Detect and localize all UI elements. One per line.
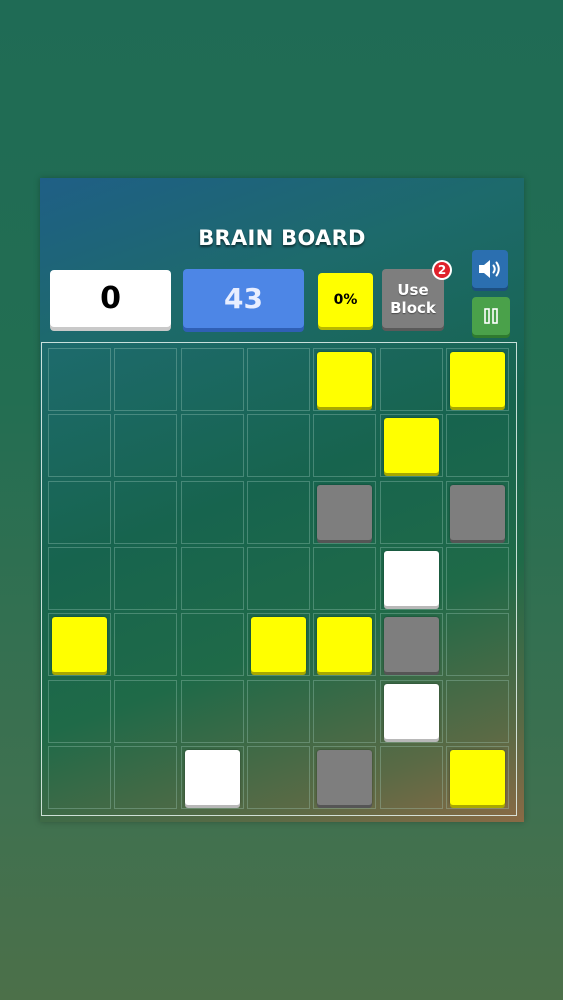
- yellow-block[interactable]: [383, 418, 439, 474]
- board-cell[interactable]: [114, 480, 178, 544]
- board-cell[interactable]: [114, 679, 178, 743]
- board-cell[interactable]: [114, 613, 178, 677]
- board-cell[interactable]: [379, 480, 443, 544]
- sound-toggle-button[interactable]: [472, 250, 508, 288]
- board-cell[interactable]: [48, 745, 111, 809]
- board-cell[interactable]: [180, 348, 244, 411]
- yellow-block[interactable]: [317, 617, 373, 673]
- game-title: BRAIN BOARD: [198, 226, 366, 250]
- board-cell[interactable]: [246, 480, 310, 544]
- gray-block[interactable]: [317, 749, 373, 805]
- board-cell[interactable]: [180, 546, 244, 610]
- board-cell[interactable]: [246, 348, 310, 411]
- board-cell[interactable]: [313, 414, 377, 478]
- board-cell[interactable]: [180, 414, 244, 478]
- board-cell[interactable]: [379, 348, 443, 411]
- board-cell[interactable]: [114, 745, 178, 809]
- board-cell[interactable]: [246, 414, 310, 478]
- yellow-block[interactable]: [449, 749, 505, 805]
- pause-icon: [484, 308, 498, 324]
- score-display: 0: [50, 270, 171, 327]
- board-cell[interactable]: [445, 679, 509, 743]
- game-panel: BRAIN BOARD 0 43 0% Use Block 2: [40, 178, 524, 822]
- moves-counter: 43: [183, 269, 304, 328]
- board-cell[interactable]: [445, 414, 509, 478]
- yellow-block[interactable]: [52, 617, 107, 673]
- gray-block[interactable]: [449, 484, 505, 540]
- use-block-count-badge: 2: [432, 260, 452, 280]
- board-cell[interactable]: [445, 613, 509, 677]
- white-block[interactable]: [184, 749, 240, 805]
- game-board: [41, 342, 517, 816]
- white-block[interactable]: [383, 550, 439, 606]
- board-cell[interactable]: [114, 546, 178, 610]
- board-cell[interactable]: [48, 348, 111, 411]
- board-cell[interactable]: [379, 745, 443, 809]
- board-cell[interactable]: [180, 679, 244, 743]
- gray-block[interactable]: [383, 617, 439, 673]
- board-cell[interactable]: [48, 480, 111, 544]
- use-block-label-line2: Block: [390, 298, 436, 317]
- board-cell[interactable]: [114, 414, 178, 478]
- board-cell[interactable]: [48, 414, 111, 478]
- speaker-icon: [479, 260, 500, 278]
- yellow-block[interactable]: [250, 617, 306, 673]
- board-cell[interactable]: [313, 679, 377, 743]
- board-cell[interactable]: [445, 546, 509, 610]
- board-cell[interactable]: [313, 546, 377, 610]
- white-block[interactable]: [383, 683, 439, 739]
- yellow-block[interactable]: [449, 352, 505, 407]
- board-cell[interactable]: [246, 679, 310, 743]
- progress-percent: 0%: [318, 273, 373, 327]
- board-cell[interactable]: [114, 348, 178, 411]
- use-block-button[interactable]: Use Block: [382, 269, 444, 328]
- board-cell[interactable]: [48, 546, 111, 610]
- use-block-count: 2: [434, 262, 450, 278]
- board-cell[interactable]: [180, 480, 244, 544]
- pause-button[interactable]: [472, 297, 510, 335]
- gray-block[interactable]: [317, 484, 373, 540]
- board-cell[interactable]: [246, 546, 310, 610]
- yellow-block[interactable]: [317, 352, 373, 407]
- board-cell[interactable]: [48, 679, 111, 743]
- board-cell[interactable]: [246, 745, 310, 809]
- use-block-label-line1: Use: [397, 280, 429, 299]
- board-cell[interactable]: [180, 613, 244, 677]
